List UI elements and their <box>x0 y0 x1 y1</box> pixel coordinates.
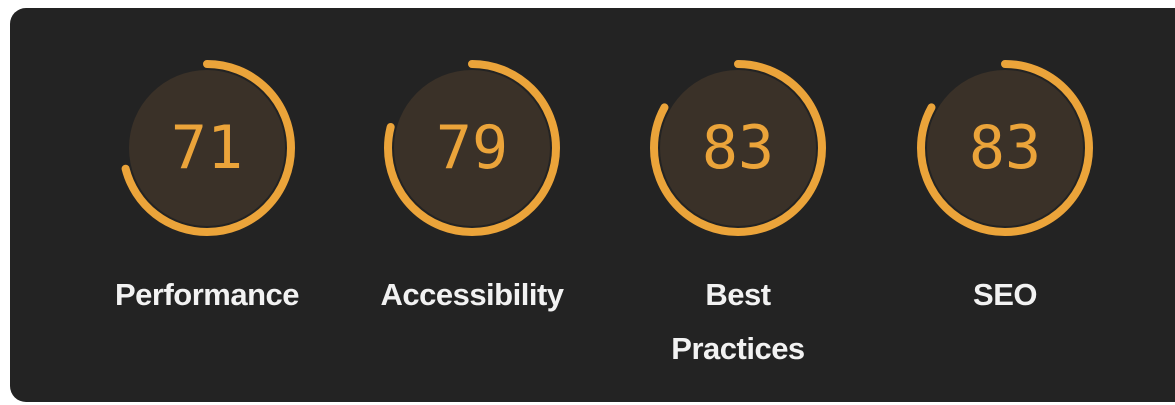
best-practices-score: 83 <box>701 113 775 183</box>
accessibility-score: 79 <box>435 113 509 183</box>
accessibility-gauge: 79 <box>377 53 567 243</box>
best-practices-label-line-2: Practices <box>671 331 805 366</box>
lighthouse-scores-panel: 71 Performance 79 Accessibility 83 Best … <box>10 8 1175 402</box>
performance-gauge: 71 <box>112 53 302 243</box>
best-practices-label: Best Practices <box>618 268 858 376</box>
best-practices-label-line-1: Best <box>705 277 771 312</box>
performance-label: Performance <box>114 277 300 312</box>
accessibility-label: Accessibility <box>380 277 564 312</box>
best-practices-gauge: 83 <box>643 53 833 243</box>
seo-label: SEO <box>973 277 1037 312</box>
seo-score: 83 <box>968 113 1042 183</box>
performance-score: 71 <box>170 113 244 183</box>
seo-gauge: 83 <box>910 53 1100 243</box>
